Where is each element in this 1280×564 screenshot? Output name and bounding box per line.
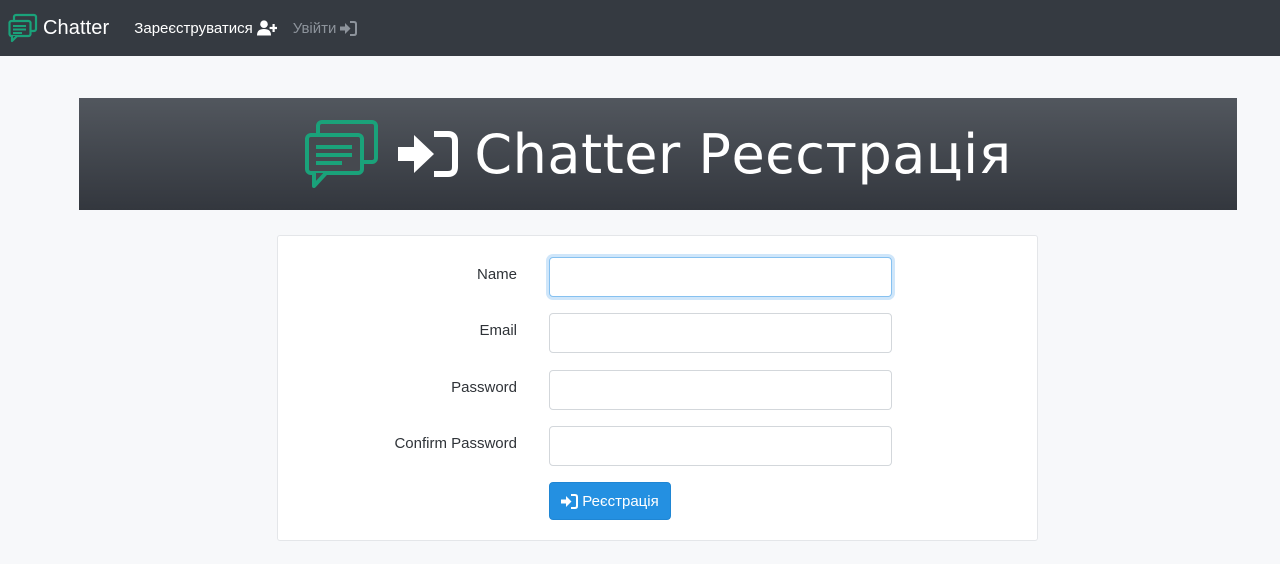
chat-bubbles-icon xyxy=(305,120,379,188)
name-input[interactable] xyxy=(549,257,892,297)
nav-register-label: Зареєструватися xyxy=(134,19,253,37)
confirm-password-label: Confirm Password xyxy=(394,435,517,452)
nav-login-label: Увійти xyxy=(292,19,337,37)
brand-name: Chatter xyxy=(43,16,110,39)
sign-in-icon xyxy=(398,131,459,177)
confirm-password-input[interactable] xyxy=(549,426,892,466)
password-label: Password xyxy=(451,379,517,396)
navbar: Chatter Зареєструватися Увійти xyxy=(0,0,1280,56)
register-submit-label: Реєстрація xyxy=(582,492,659,510)
name-label: Name xyxy=(476,266,517,283)
sign-in-icon xyxy=(340,20,358,36)
sign-in-icon xyxy=(561,493,579,509)
registration-form-card: Name Email Password Confirm Password Реє… xyxy=(277,235,1038,541)
chat-bubbles-icon xyxy=(8,13,38,43)
brand-link[interactable]: Chatter xyxy=(8,13,109,43)
email-input[interactable] xyxy=(549,313,892,353)
password-input[interactable] xyxy=(549,370,892,410)
hero-title: Chatter Реєстрація xyxy=(474,122,1012,186)
hero-banner: Chatter Реєстрація xyxy=(79,98,1237,210)
nav-login-link[interactable]: Увійти xyxy=(293,20,358,37)
register-submit-button[interactable]: Реєстрація xyxy=(549,482,671,520)
email-label: Email xyxy=(479,322,517,339)
nav-register-link[interactable]: Зареєструватися xyxy=(134,19,277,37)
user-plus-icon xyxy=(256,20,277,36)
